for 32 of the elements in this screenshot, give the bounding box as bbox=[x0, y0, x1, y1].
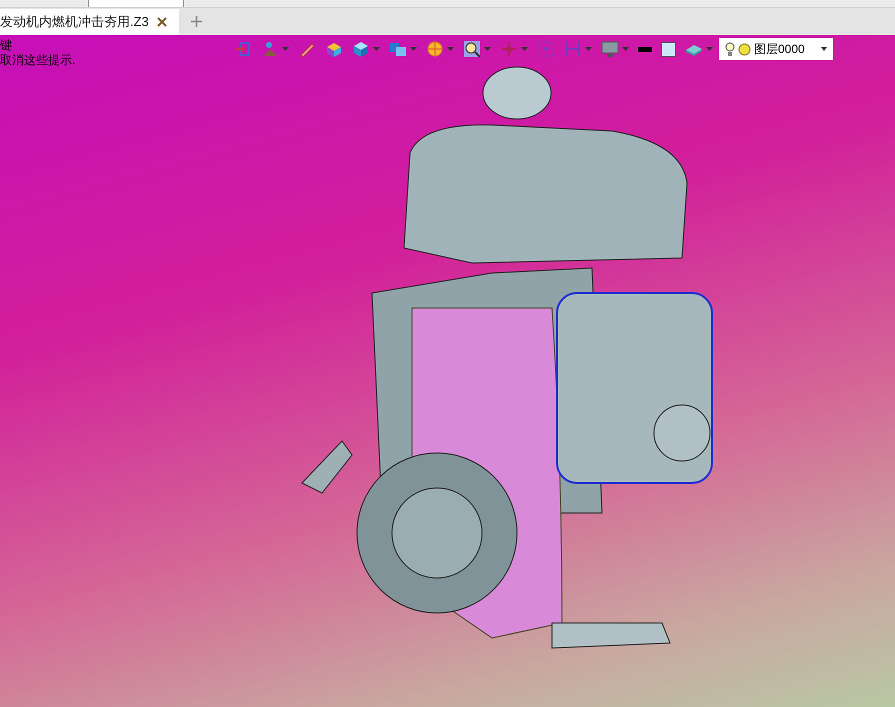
zoom-icon[interactable] bbox=[463, 40, 481, 58]
box-icon[interactable] bbox=[325, 40, 343, 58]
light-bulb-icon bbox=[725, 42, 735, 56]
caret-icon[interactable] bbox=[282, 47, 289, 51]
new-tab-icon[interactable] bbox=[190, 16, 202, 27]
caret-icon[interactable] bbox=[447, 47, 454, 51]
cube-icon[interactable] bbox=[352, 40, 370, 58]
caret-icon[interactable] bbox=[373, 47, 380, 51]
caret-icon[interactable] bbox=[521, 47, 528, 51]
fit-view-icon[interactable] bbox=[537, 40, 555, 58]
caret-icon[interactable] bbox=[622, 47, 629, 51]
caret-icon bbox=[821, 47, 827, 51]
fill-color-swatch[interactable] bbox=[661, 42, 676, 56]
monitor-icon[interactable] bbox=[601, 40, 619, 58]
render-mode-icon[interactable] bbox=[426, 40, 444, 58]
caret-icon[interactable] bbox=[706, 47, 713, 51]
caret-icon[interactable] bbox=[410, 47, 417, 51]
circle-icon bbox=[738, 42, 751, 56]
view-filter-icon[interactable] bbox=[261, 40, 279, 58]
dimension-icon[interactable] bbox=[564, 40, 582, 58]
views-icon[interactable] bbox=[389, 40, 407, 58]
caret-icon[interactable] bbox=[585, 47, 592, 51]
layer-dropdown[interactable]: 图层0000 bbox=[719, 38, 833, 60]
hint-text: 键 bbox=[0, 38, 13, 53]
caret-icon[interactable] bbox=[484, 47, 491, 51]
hint-text: 取消这些提示. bbox=[0, 53, 76, 68]
tab-title: 发动机内燃机冲击夯用.Z3 bbox=[0, 13, 149, 32]
line-color-swatch[interactable] bbox=[638, 46, 652, 52]
document-tab[interactable]: 发动机内燃机冲击夯用.Z3 bbox=[0, 9, 179, 35]
layer-name: 图层0000 bbox=[754, 41, 805, 58]
exit-icon[interactable] bbox=[234, 40, 252, 58]
close-icon[interactable] bbox=[156, 17, 167, 27]
